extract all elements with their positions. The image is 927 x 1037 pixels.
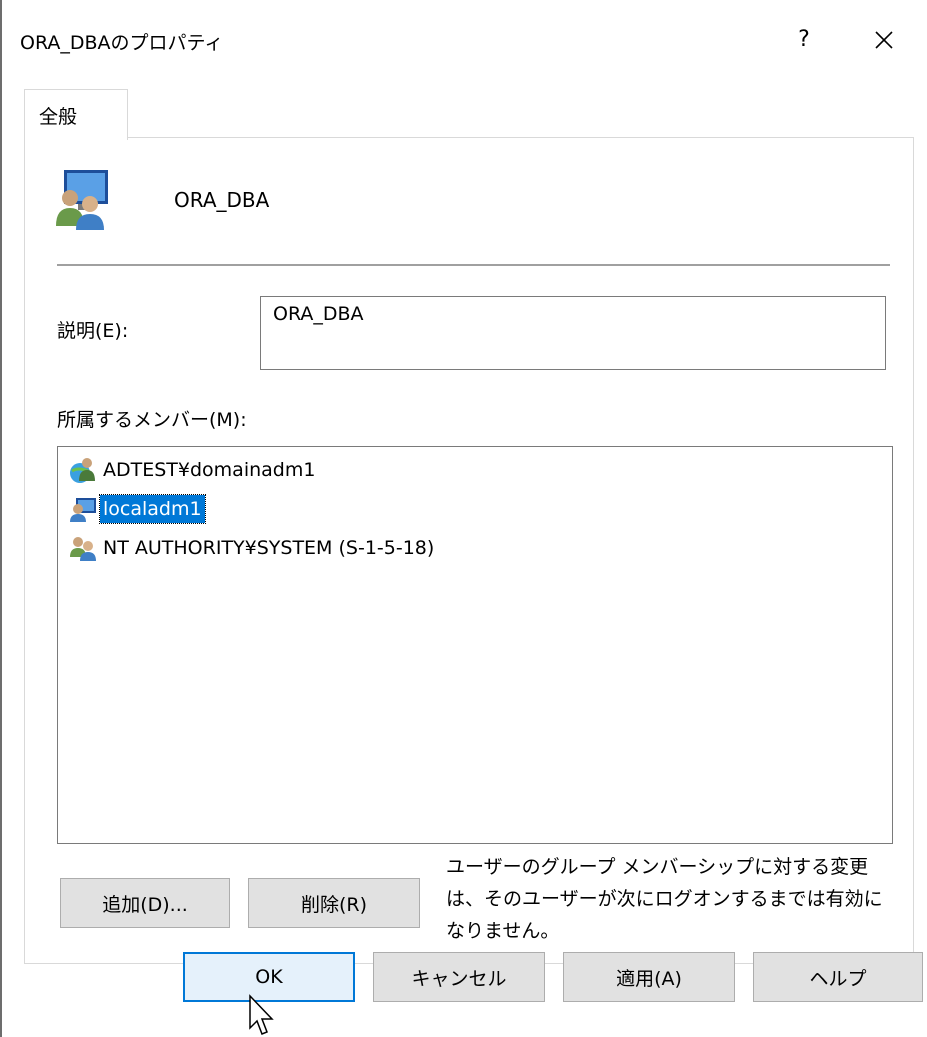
group-icon [56,170,108,230]
window-title: ORA_DBAのプロパティ [20,32,224,54]
group-name: ORA_DBA [174,188,270,212]
question-mark-icon: ? [798,27,810,52]
description-label: 説明(E): [57,320,129,342]
tab-general-label: 全般 [39,106,78,128]
header-separator [57,264,890,266]
member-name: ADTEST¥domainadm1 [103,459,316,481]
membership-change-note: ユーザーのグループ メンバーシップに対する変更は、そのユーザーが次にログオンする… [446,856,883,942]
member-item-localadm1[interactable]: localadm1 [68,494,206,524]
member-item-nt-authority-system[interactable]: NT AUTHORITY¥SYSTEM (S-1-5-18) [68,533,437,563]
mouse-pointer-icon [249,994,274,1035]
help-button[interactable]: ヘルプ [753,952,923,1002]
add-member-button[interactable]: 追加(D)... [60,878,230,928]
members-label: 所属するメンバー(M): [57,409,247,431]
domain-user-icon [70,458,95,483]
member-name: NT AUTHORITY¥SYSTEM (S-1-5-18) [103,537,435,559]
local-user-icon [70,498,96,522]
well-known-group-icon [70,537,96,561]
member-item-domainadm1[interactable]: ADTEST¥domainadm1 [68,455,318,485]
remove-member-button[interactable]: 削除(R) [248,878,420,928]
tab-general[interactable]: 全般 [24,89,128,140]
description-field[interactable]: ORA_DBA [260,296,886,370]
help-title-button[interactable]: ? [782,18,826,62]
cancel-button[interactable]: キャンセル [373,952,545,1002]
apply-button[interactable]: 適用(A) [563,952,735,1002]
title-bar: ORA_DBAのプロパティ ? [2,0,927,88]
members-list[interactable]: ADTEST¥domainadm1 localadm1 NT AUTHORITY… [57,446,893,844]
close-button[interactable] [862,18,906,62]
close-icon [875,31,893,49]
window-left-edge [0,0,2,1037]
member-name: localadm1 [99,494,206,524]
